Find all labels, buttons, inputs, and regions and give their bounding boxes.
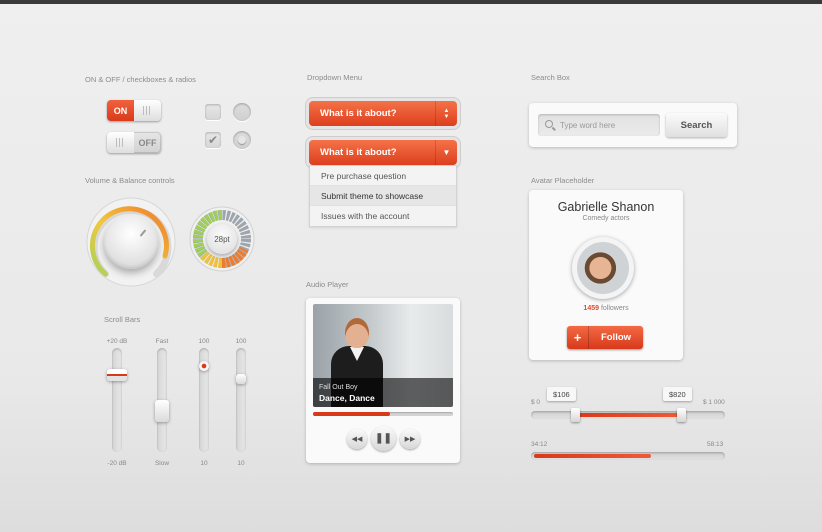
section-title-search: Search Box [531,73,570,82]
radio-selected[interactable] [233,131,251,149]
profile-name: Gabrielle Shanon [557,200,655,214]
dropdown-item[interactable]: Pre purchase question [310,166,456,186]
follow-button[interactable]: + Follow [567,326,643,349]
scroll-bar-track[interactable] [112,348,122,452]
avatar-image [577,242,629,294]
plus-icon: + [567,326,589,349]
balance-value: 28pt [207,224,237,254]
dropdown-item[interactable]: Issues with the account [310,206,456,226]
pause-button[interactable]: ❚❚ [371,426,396,451]
rewind-button[interactable]: ◀◀ [347,429,367,449]
followers-label: followers [600,305,629,312]
scroll-bar-thumb[interactable] [107,368,127,381]
scroll-bar-top-label: 100 [198,338,210,345]
checkbox-unchecked[interactable] [205,104,221,120]
dropdown-closed[interactable]: What is it about? ▲ ▼ [309,101,457,126]
range-high-thumb[interactable] [676,408,686,422]
scroll-bar-thumb[interactable] [155,399,169,422]
dropdown-menu: Pre purchase question Submit theme to sh… [309,165,457,227]
audio-player: Fall Out Boy Dance, Dance ◀◀ ❚❚ ▶▶ [306,298,460,463]
radio-unselected[interactable] [233,103,251,121]
scroll-bar-bottom-label: 10 [237,460,245,467]
chevron-down-icon: ▼ [435,140,457,165]
range-high-tooltip: $820 [663,387,692,401]
price-range-slider[interactable] [531,408,725,422]
scroll-bar-top-label: 100 [235,338,247,345]
section-title-dropdown: Dropdown Menu [307,73,363,82]
scroll-bar-thumb[interactable] [236,374,246,384]
dropdown-open-label: What is it about? [320,147,397,158]
toggle-off[interactable]: OFF [107,132,161,153]
range-low-thumb[interactable] [571,408,581,422]
section-title-audio: Audio Player [306,280,349,289]
followers-line: 1459 followers [529,305,683,312]
scroll-bar-track[interactable] [236,348,246,452]
profile-card: Gabrielle Shanon Comedy actors 1459 foll… [529,190,683,360]
toggle-on[interactable]: ON [107,100,161,121]
range-min-label: $ 0 [531,399,541,406]
toggle-on-label: ON [107,100,134,121]
timeline-start: 34:12 [531,441,548,448]
toggle-knob [107,132,134,153]
toggle-off-label: OFF [138,137,157,148]
audio-progress-fill [313,412,390,416]
timeline-fill [534,454,651,458]
checkmark-icon: ✔ [207,133,219,147]
pause-icon: ❚❚ [375,433,392,444]
section-title-scroll: Scroll Bars [104,315,141,324]
dropdown-open[interactable]: What is it about? ▼ [309,140,457,165]
section-title-avatar: Avatar Placeholder [531,176,595,185]
dropdown-item[interactable]: Submit theme to showcase [310,186,456,206]
section-title-volume: Volume & Balance controls [85,176,175,185]
scroll-bar-thumb[interactable] [199,360,209,371]
timeline-slider[interactable] [531,452,725,460]
artist-name: Fall Out Boy [319,384,358,391]
search-button[interactable]: Search [666,113,727,137]
followers-count: 1459 [583,305,599,312]
profile-role: Comedy actors [582,215,630,222]
forward-button[interactable]: ▶▶ [400,429,420,449]
checkbox-checked[interactable]: ✔ [205,132,221,148]
search-icon [545,120,553,128]
scroll-bar-top-label: Fast [155,338,169,345]
rewind-icon: ◀◀ [351,436,363,443]
toggle-knob [134,100,161,121]
audio-progress[interactable] [313,412,453,416]
scroll-bar-bottom-label: 10 [200,460,208,467]
timeline-end: 58:13 [707,441,724,448]
volume-knob[interactable] [85,196,177,288]
balance-control[interactable]: 28pt [189,206,255,272]
dropdown-closed-label: What is it about? [320,108,397,119]
range-fill [575,413,681,417]
scroll-bar-bottom-label: -20 dB [107,460,127,467]
search-input[interactable]: Type word here [538,114,660,136]
song-title: Dance, Dance [319,393,375,403]
scroll-bar-bottom-label: Slow [154,460,170,467]
range-low-tooltip: $106 [547,387,576,401]
top-bar [0,0,822,4]
search-box: Type word here Search [529,103,737,147]
avatar [572,237,634,299]
updown-arrows-icon: ▲ ▼ [435,101,457,126]
section-title-onoff: ON & OFF / checkboxes & radios [85,75,196,84]
album-art: Fall Out Boy Dance, Dance [313,304,453,407]
scroll-bar-top-label: +20 dB [106,338,128,345]
fast-forward-icon: ▶▶ [404,436,416,443]
volume-dial[interactable] [104,215,158,269]
range-max-label: $ 1 000 [703,399,725,406]
follow-label: Follow [600,332,632,343]
